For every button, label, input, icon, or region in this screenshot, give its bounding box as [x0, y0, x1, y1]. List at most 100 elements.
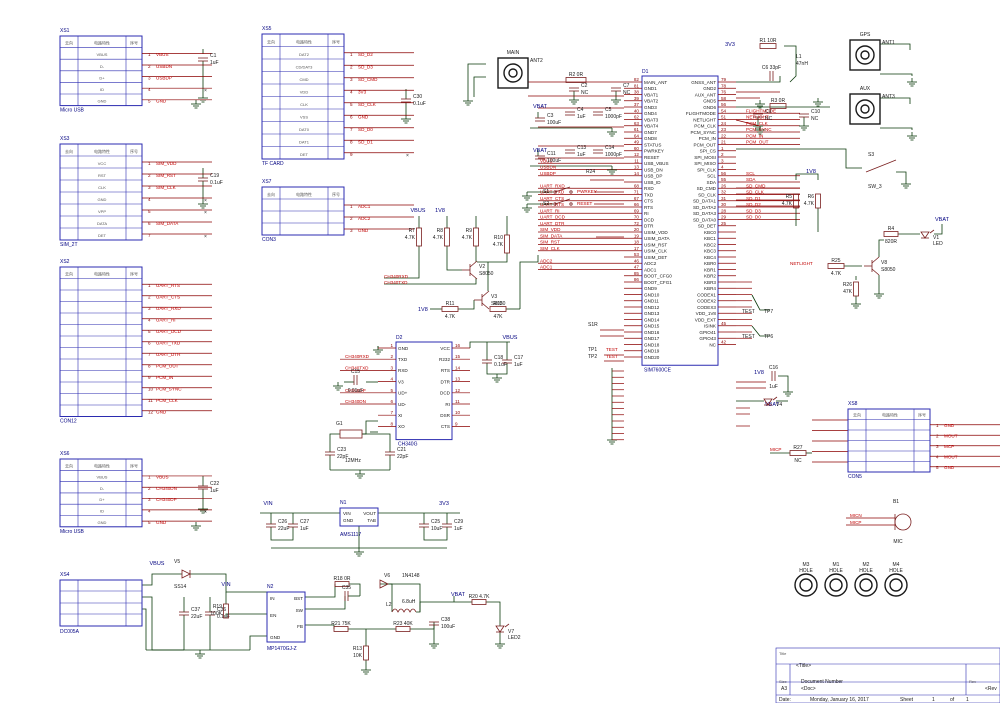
resistor-body: [363, 645, 369, 661]
wire: [934, 224, 943, 235]
ic-pin-label: RXD: [644, 186, 654, 191]
connector-inner: RST: [98, 173, 107, 178]
connector-header: 电路特性: [296, 39, 312, 45]
gps-antenna: GPS ANT1: [849, 32, 895, 71]
connector-net-label: UART_RXD: [156, 306, 181, 311]
cap-ref: C5: [605, 107, 612, 113]
ic-name: SIM7600CE: [644, 367, 672, 373]
connector-title: CON12: [60, 419, 77, 425]
ic-pin-number: 64: [634, 133, 640, 138]
u1-net-label: SD_CLK: [746, 190, 765, 195]
u1-net-label: PCM_SYNC: [746, 127, 772, 132]
inductor-ref: L2: [386, 602, 392, 608]
ic-pin-number: 32: [721, 190, 727, 195]
hole-value: HOLE: [799, 568, 813, 574]
collector: [871, 256, 880, 264]
switch-net-label: PWRKEY: [577, 189, 597, 194]
ic-pin-label: GND16: [644, 330, 660, 335]
ground-symbol: [611, 96, 621, 105]
connector-pin-number: 9: [148, 375, 151, 380]
connector-net-label: VBUS: [156, 475, 169, 480]
connector-ref: XS7: [262, 179, 272, 185]
switch-ref: S1: [543, 189, 549, 195]
ic-pin-number: 61: [634, 127, 640, 132]
capacitor-c30: C300.1uF: [401, 94, 426, 107]
resistor-body: [827, 263, 845, 269]
resistor-ref: R13: [353, 646, 362, 652]
date-value: Monday, January 16, 2017: [810, 697, 869, 703]
antenna-name: MAIN: [507, 50, 520, 56]
connector-header: 电路特性: [94, 148, 110, 154]
transistor-ref: V2: [479, 264, 485, 270]
hole-inner: [799, 578, 813, 592]
testpoint-ref: TP2: [588, 354, 597, 360]
capacitor-c6: C6 33pF: [762, 65, 781, 81]
schematic-canvas: XS1去向 电路特性 序号VBUS 1D- 2D+ 3ID 4 ×GND 5Micro USBV…: [59, 26, 1000, 703]
antenna-ref: ANT3: [882, 94, 895, 100]
ic-pin-label: VDD_EXT: [695, 317, 716, 322]
ic-pin-label: RXD: [398, 368, 408, 373]
cap-ref: C14: [605, 145, 614, 151]
connector-header: 去向: [267, 191, 275, 197]
connector-inner: ID: [100, 87, 104, 92]
ic-pin-label: DSR: [440, 413, 450, 418]
resistor-r2: R2 0R: [565, 72, 587, 83]
connector-header: 去向: [267, 39, 275, 45]
ic-pin-label: KBC2: [704, 242, 716, 247]
buck-ref: N2: [267, 584, 274, 590]
ch340-net-label: CH340DN: [345, 399, 366, 404]
title-label: Title: [779, 651, 787, 656]
ground-symbol: [429, 640, 439, 649]
connector-net-label: CH340DN: [156, 486, 177, 491]
cap-value: 100uF: [547, 158, 561, 164]
hole-inner: [829, 578, 843, 592]
connector-inner: GND: [98, 99, 107, 104]
ic-pin-label: KBC1: [704, 236, 716, 241]
ic-pin-number: 3: [721, 158, 724, 163]
connector-inner: VBUS: [97, 475, 108, 480]
connector-ref: XS3: [60, 136, 70, 142]
ic-pin-label: SD_CLK: [698, 192, 717, 197]
connector-pin-number: 7: [148, 352, 151, 357]
ic-pin-number: 53: [634, 252, 640, 257]
ic-pin-label: VBAT3: [644, 117, 659, 122]
connector-inner: DATA: [97, 221, 107, 226]
ic-pin-label: DTR: [441, 379, 451, 384]
ic-pin-label: GND3: [644, 105, 657, 110]
vbat-label: VBAT: [533, 148, 548, 154]
ground-symbol: [799, 122, 809, 131]
connector-net-label: SD_D2: [358, 52, 373, 57]
cap-ref: C25: [431, 519, 440, 525]
aux-antenna: AUX ANT3: [849, 86, 895, 125]
cap-value: 1uF: [210, 60, 219, 66]
connector-net-label: CH340DP: [156, 497, 177, 502]
ic-pin-number: 5: [390, 388, 393, 393]
led-value: LED2: [508, 635, 521, 641]
ground-symbol: [907, 132, 917, 141]
u1-net-label: USBDP: [540, 171, 556, 176]
connector-title: DC005A: [60, 629, 80, 635]
cap-ref: C19: [210, 173, 219, 179]
connector-header: 电路特性: [94, 271, 110, 277]
capacitor-c4: C41uF: [565, 107, 586, 120]
ground-symbol: [901, 180, 911, 189]
connector-inner: DAT0: [299, 127, 310, 132]
capacitor-c29: C291uF: [442, 519, 463, 532]
ic-pin-label: SD_DATA0: [693, 217, 717, 222]
ic-pin-number: 12: [634, 152, 640, 157]
antenna-core: [860, 50, 870, 60]
ic-pin-label: FLIGHTMODE: [686, 111, 716, 116]
wire: [419, 601, 472, 612]
ic-pin-label: GND4: [644, 111, 657, 116]
hole-outer: [884, 573, 908, 597]
flightmode-switch: S3 SW_3: [865, 152, 897, 190]
buck-name: MP1470GJ-Z: [267, 646, 297, 652]
connector-net-label: 3V3: [358, 90, 367, 95]
ic-pin-label: KBR4: [704, 286, 716, 291]
connector-pin-number: 2: [936, 434, 939, 439]
connector-pin-number: 3: [148, 306, 151, 311]
connector-inner: ID: [100, 509, 104, 514]
cap-value: 22pF: [337, 454, 348, 460]
vbus-label: VBUS: [503, 335, 518, 341]
resistor-r6: R64.7K: [804, 193, 821, 209]
